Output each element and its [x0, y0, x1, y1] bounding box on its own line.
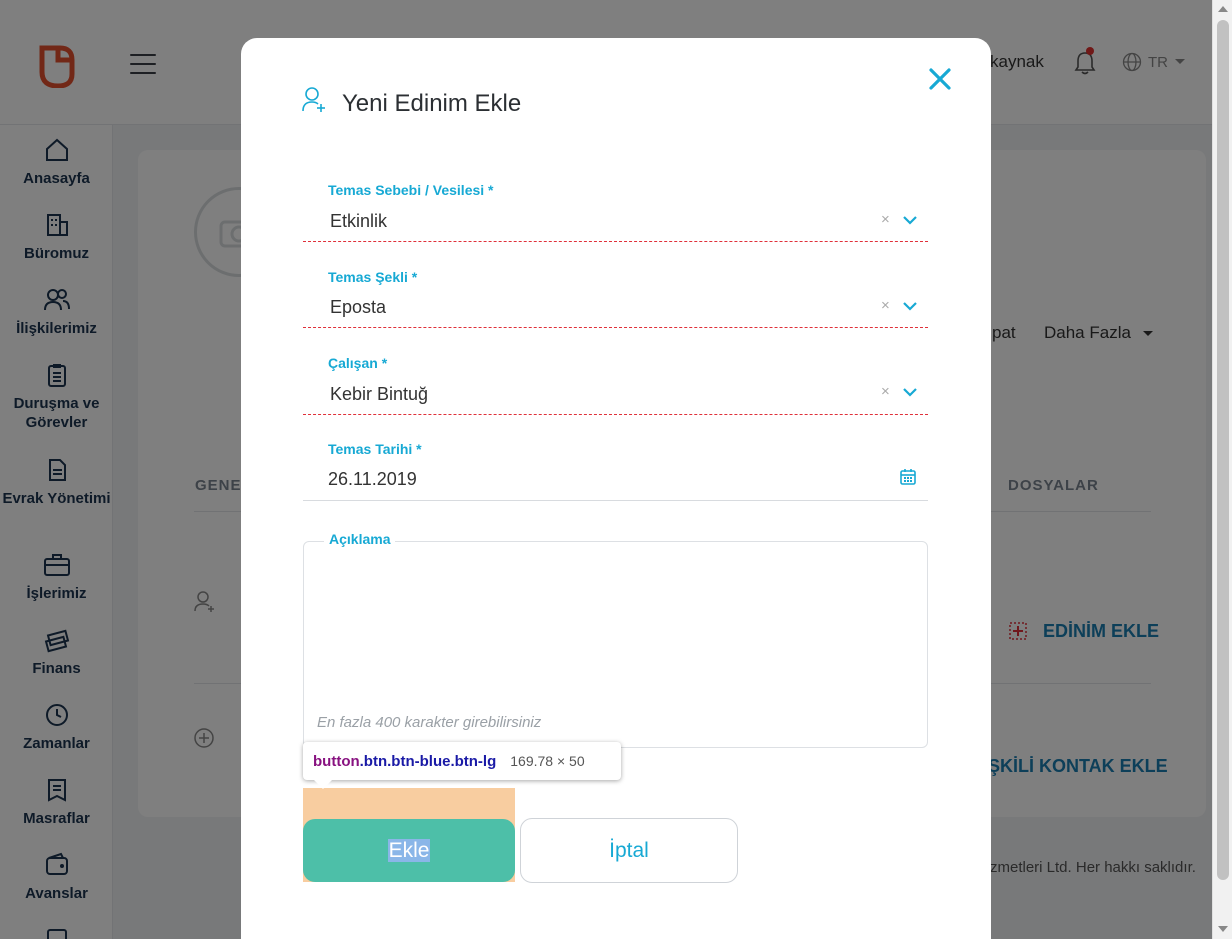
cancel-button[interactable]: İptal	[520, 818, 738, 883]
clear-icon[interactable]: ×	[881, 383, 890, 400]
add-button[interactable]: Ekle	[303, 819, 515, 882]
contact-reason-select[interactable]: Temas Sebebi / Vesilesi * Etkinlik ×	[303, 178, 928, 243]
field-label: Çalışan *	[328, 355, 388, 371]
tooltip-classes: .btn.btn-blue.btn-lg	[359, 752, 497, 770]
field-label: Temas Sebebi / Vesilesi *	[328, 182, 494, 198]
chevron-down-icon[interactable]	[901, 300, 919, 312]
field-label: Açıklama	[324, 531, 396, 547]
modal-title: Yeni Edinim Ekle	[342, 90, 522, 117]
field-label: Temas Tarihi *	[328, 441, 422, 457]
employee-select[interactable]: Çalışan * Kebir Bintuğ ×	[303, 351, 928, 416]
scroll-down-arrow-icon[interactable]	[1218, 926, 1228, 932]
field-underline	[303, 414, 928, 415]
field-underline	[303, 500, 928, 501]
contact-type-select[interactable]: Temas Şekli * Eposta ×	[303, 265, 928, 330]
calendar-icon[interactable]	[899, 468, 917, 486]
field-value: Kebir Bintuğ	[330, 384, 429, 404]
devtools-tooltip: button .btn.btn-blue.btn-lg 169.78 × 50	[303, 742, 621, 780]
page-scrollbar[interactable]	[1212, 0, 1232, 939]
scroll-up-arrow-icon[interactable]	[1218, 6, 1228, 12]
scroll-thumb[interactable]	[1217, 20, 1229, 880]
field-underline	[303, 241, 928, 242]
field-underline	[303, 327, 928, 328]
add-acquisition-modal: Yeni Edinim Ekle Temas Sebebi / Vesilesi…	[241, 38, 991, 939]
contact-date-input[interactable]: Temas Tarihi * 26.11.2019	[303, 437, 928, 502]
field-value: 26.11.2019	[328, 469, 417, 489]
clear-icon[interactable]: ×	[881, 211, 890, 228]
field-value: Eposta	[330, 297, 387, 317]
add-button-label: Ekle	[387, 838, 431, 862]
clear-icon[interactable]: ×	[881, 297, 890, 314]
tooltip-arrow	[314, 780, 332, 789]
chevron-down-icon[interactable]	[901, 386, 919, 398]
tooltip-tag: button	[313, 752, 360, 770]
description-field: Açıklama En fazla 400 karakter girebilir…	[303, 531, 928, 748]
description-textarea[interactable]	[316, 554, 914, 734]
field-value: Etkinlik	[330, 211, 388, 231]
field-label: Temas Şekli *	[328, 269, 418, 285]
chevron-down-icon[interactable]	[901, 214, 919, 226]
field-hint: En fazla 400 karakter girebilirsiniz	[317, 714, 542, 731]
user-add-icon	[302, 87, 325, 112]
close-icon[interactable]	[927, 66, 953, 92]
tooltip-dimensions: 169.78 × 50	[510, 753, 585, 769]
